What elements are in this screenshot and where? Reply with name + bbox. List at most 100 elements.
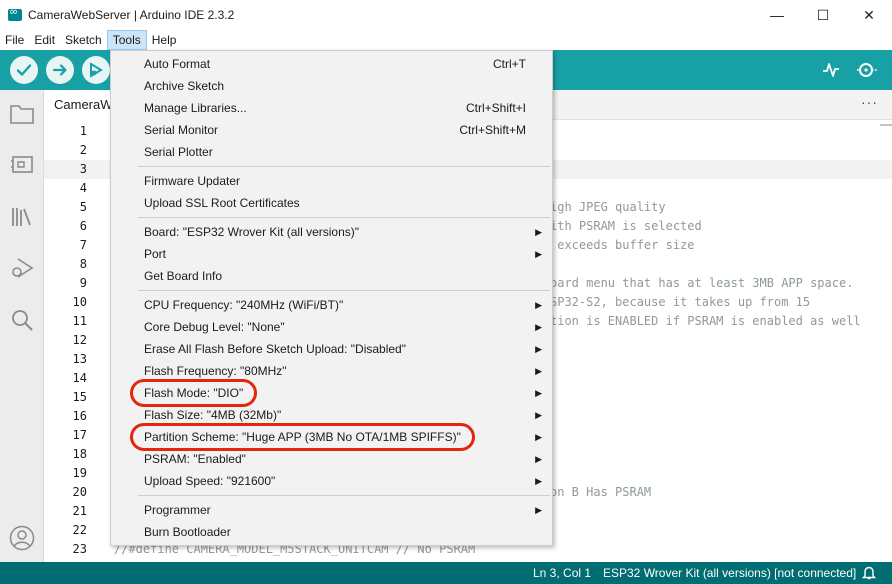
menu-item-label: Erase All Flash Before Sketch Upload: "D… [144,342,406,356]
line-number: 20 [72,485,87,499]
menu-item-label: Board: "ESP32 Wrover Kit (all versions)" [144,225,360,239]
menu-item-label: Upload Speed: "921600" [144,474,276,488]
close-button[interactable]: ✕ [846,0,892,30]
board-status[interactable]: ESP32 Wrover Kit (all versions) [not con… [603,566,856,580]
code-line: tion is ENABLED if PSRAM is enabled as w… [550,314,861,328]
code-line: exceeds buffer size [550,238,695,252]
menu-item-flash-mode[interactable]: Flash Mode: "DIO" ▶ [111,379,552,407]
notifications-button[interactable] [861,565,877,583]
board-manager-icon [11,156,33,173]
menu-separator [138,290,550,291]
submenu-arrow-icon: ▶ [535,344,542,354]
search-button[interactable] [8,306,36,334]
submenu-arrow-icon: ▶ [535,476,542,486]
submenu-arrow-icon: ▶ [535,505,542,515]
sketchbook-button[interactable] [8,100,36,128]
status-bar: Ln 3, Col 1 ESP32 Wrover Kit (all versio… [0,562,892,584]
scrollbar-marker[interactable] [880,124,892,126]
menu-item-label: Archive Sketch [144,79,225,93]
menu-item-shortcut: Ctrl+Shift+M [459,123,526,137]
menu-item-core-debug-level[interactable]: Core Debug Level: "None" ▶ [111,316,552,338]
line-number: 6 [79,219,87,233]
submenu-arrow-icon: ▶ [535,366,542,376]
minimize-button[interactable]: — [754,0,800,30]
menu-item-shortcut: Ctrl+T [493,57,526,71]
menu-item-psram[interactable]: PSRAM: "Enabled" ▶ [111,448,552,470]
menu-item-burn-bootloader[interactable]: Burn Bootloader [111,521,552,543]
menu-item-label: Serial Plotter [144,145,213,159]
menu-item-cpu-frequency[interactable]: CPU Frequency: "240MHz (WiFi/BT)" ▶ [111,294,552,316]
line-number: 17 [72,428,87,442]
debug-panel-button[interactable] [8,254,36,282]
menu-item-label: Serial Monitor [144,123,219,137]
maximize-button[interactable]: ☐ [800,0,846,30]
folder-icon [10,105,34,124]
window-controls: — ☐ ✕ [754,0,892,30]
serial-monitor-icon [857,63,877,77]
upload-icon [52,64,67,76]
menu-item-label: CPU Frequency: "240MHz (WiFi/BT)" [144,298,344,312]
submenu-arrow-icon: ▶ [535,454,542,464]
more-actions-button[interactable]: ··· [861,94,878,110]
menu-item-port[interactable]: Port ▶ [111,243,552,265]
submenu-arrow-icon: ▶ [535,300,542,310]
menu-file[interactable]: File [0,30,29,50]
menu-item-label: Programmer [144,503,211,517]
line-number: 11 [72,314,87,328]
submenu-arrow-icon: ▶ [535,410,542,420]
menu-item-board[interactable]: Board: "ESP32 Wrover Kit (all versions)"… [111,221,552,243]
debug-icon [90,62,103,78]
code-line: oard menu that has at least 3MB APP spac… [550,276,854,290]
line-number: 14 [72,371,87,385]
cursor-position[interactable]: Ln 3, Col 1 [533,566,591,580]
line-number: 12 [72,333,87,347]
menu-item-label: PSRAM: "Enabled" [144,452,246,466]
profile-button[interactable] [8,524,36,552]
upload-button[interactable] [46,56,74,84]
line-number: 4 [79,181,87,195]
menu-item-programmer[interactable]: Programmer ▶ [111,499,552,521]
menu-separator [138,495,550,496]
menu-bar: File Edit Sketch Tools Help [0,30,892,50]
menu-item-firmware-updater[interactable]: Firmware Updater [111,170,552,192]
line-number: 2 [79,143,87,157]
library-manager-button[interactable] [8,203,36,231]
menu-item-partition-scheme[interactable]: Partition Scheme: "Huge APP (3MB No OTA/… [111,423,552,451]
menu-help[interactable]: Help [147,30,182,50]
submenu-arrow-icon: ▶ [535,432,542,442]
debug-button[interactable] [82,56,110,84]
title-bar: CameraWebServer | Arduino IDE 2.3.2 — ☐ … [0,0,892,30]
menu-item-auto-format[interactable]: Auto Format Ctrl+T [111,53,552,75]
menu-item-archive-sketch[interactable]: Archive Sketch [111,75,552,97]
menu-tools[interactable]: Tools [106,30,147,50]
menu-item-manage-libraries[interactable]: Manage Libraries... Ctrl+Shift+I [111,97,552,119]
line-number: 22 [72,523,87,537]
code-line: ith PSRAM is selected [550,219,702,233]
serial-plotter-button[interactable] [819,58,843,82]
sidebar [0,90,44,562]
menu-item-upload-speed[interactable]: Upload Speed: "921600" ▶ [111,470,552,492]
menu-item-shortcut: Ctrl+Shift+I [465,101,526,115]
serial-monitor-button[interactable] [855,58,879,82]
menu-sketch[interactable]: Sketch [60,30,107,50]
line-number: 13 [72,352,87,366]
menu-item-erase-all-flash-before-sketch-upload[interactable]: Erase All Flash Before Sketch Upload: "D… [111,338,552,360]
menu-item-label: Firmware Updater [144,174,241,188]
line-number: 19 [72,466,87,480]
menu-edit[interactable]: Edit [29,30,60,50]
verify-icon [16,64,32,76]
verify-button[interactable] [10,56,38,84]
submenu-arrow-icon: ▶ [535,388,542,398]
menu-item-get-board-info[interactable]: Get Board Info [111,265,552,287]
menu-item-upload-ssl-root-certificates[interactable]: Upload SSL Root Certificates [111,192,552,214]
menu-item-serial-monitor[interactable]: Serial Monitor Ctrl+Shift+M [111,119,552,141]
menu-item-serial-plotter[interactable]: Serial Plotter [111,141,552,163]
line-number: 1 [79,124,87,138]
serial-plotter-icon [823,63,839,77]
submenu-arrow-icon: ▶ [535,322,542,332]
board-manager-button[interactable] [8,150,36,178]
line-number: 23 [72,542,87,556]
line-number: 9 [79,276,87,290]
menu-item-label: Upload SSL Root Certificates [144,196,300,210]
window-title: CameraWebServer | Arduino IDE 2.3.2 [28,8,235,22]
